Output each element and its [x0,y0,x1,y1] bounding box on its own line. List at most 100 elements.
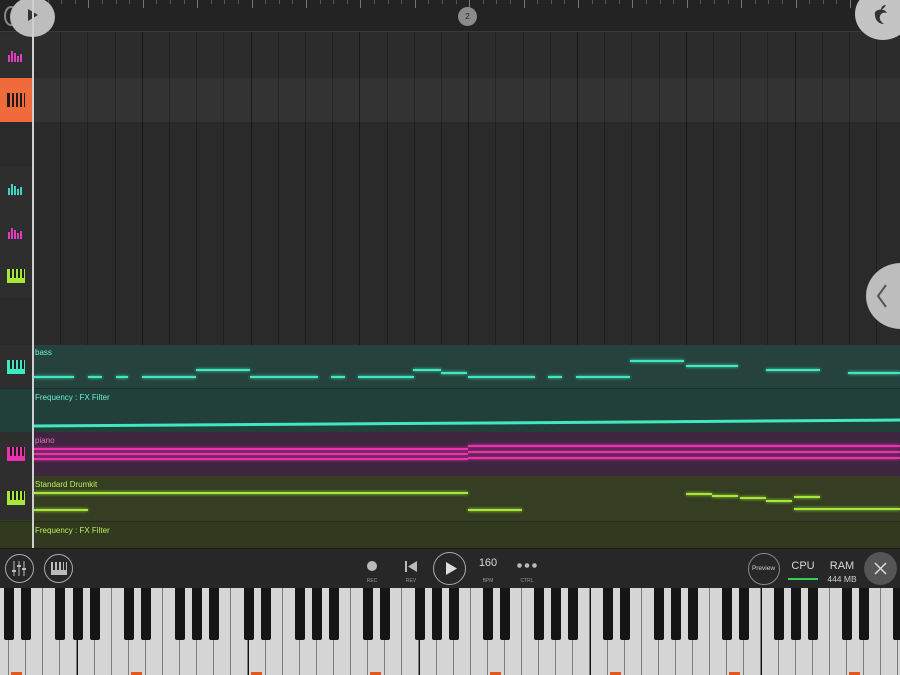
note[interactable] [576,376,630,378]
note[interactable] [34,492,468,494]
black-key[interactable] [568,588,578,640]
note[interactable] [88,376,102,378]
black-key[interactable] [722,588,732,640]
black-key[interactable] [124,588,134,640]
track-icon-button[interactable] [0,210,32,254]
timeline-ruler[interactable]: 2 [0,0,900,32]
track-icon-button[interactable] [0,78,32,122]
track-lane-5[interactable] [0,210,900,254]
black-key[interactable] [739,588,749,640]
note[interactable] [250,376,318,378]
drumkit-automation-lane[interactable]: Frequency : FX Filter [0,521,900,548]
note[interactable] [686,365,738,367]
lane-grid[interactable] [33,210,900,254]
note[interactable] [196,369,250,371]
track-lane-1[interactable] [0,32,900,78]
note[interactable] [331,376,345,378]
note[interactable] [468,376,535,378]
black-key[interactable] [774,588,784,640]
note[interactable] [142,376,196,378]
note[interactable] [766,369,820,371]
track-lane-7[interactable] [0,298,900,345]
black-key[interactable] [261,588,271,640]
note[interactable] [34,458,468,460]
note[interactable] [441,372,467,374]
note[interactable] [468,509,522,511]
piano-keyboard[interactable] [0,588,900,675]
black-key[interactable] [329,588,339,640]
note[interactable] [34,453,468,455]
black-key[interactable] [603,588,613,640]
black-key[interactable] [500,588,510,640]
black-key[interactable] [671,588,681,640]
note[interactable] [34,448,468,450]
black-key[interactable] [551,588,561,640]
black-key[interactable] [654,588,664,640]
note[interactable] [794,508,900,510]
black-key[interactable] [808,588,818,640]
black-key[interactable] [483,588,493,640]
black-key[interactable] [415,588,425,640]
black-key[interactable] [55,588,65,640]
track-icon-button[interactable] [0,166,32,210]
black-key[interactable] [893,588,900,640]
play-button[interactable] [433,552,466,585]
black-key[interactable] [620,588,630,640]
track-lane-2[interactable] [0,78,900,122]
black-key[interactable] [244,588,254,640]
note[interactable] [34,376,74,378]
note[interactable] [413,369,441,371]
note[interactable] [468,457,900,459]
rewind-button[interactable]: REV [396,555,426,585]
black-key[interactable] [192,588,202,640]
track-icon-button[interactable] [0,254,32,298]
black-key[interactable] [534,588,544,640]
black-key[interactable] [859,588,869,640]
black-key[interactable] [4,588,14,640]
black-key[interactable] [141,588,151,640]
controls-button[interactable]: CTRL [512,555,542,585]
track-icon-button[interactable] [0,33,32,77]
lane-grid[interactable] [33,78,900,122]
lane-grid[interactable] [33,122,900,166]
lane-grid[interactable] [33,254,900,298]
tempo-control[interactable]: 160 BPM [473,555,503,585]
black-key[interactable] [449,588,459,640]
keyboard-toggle-button[interactable] [44,554,73,583]
black-key[interactable] [688,588,698,640]
mixer-button[interactable] [5,554,34,583]
track-icon-button[interactable] [0,432,32,476]
black-key[interactable] [90,588,100,640]
track-icon-button[interactable] [0,476,32,520]
note[interactable] [794,496,820,498]
black-key[interactable] [380,588,390,640]
black-key[interactable] [791,588,801,640]
black-key[interactable] [842,588,852,640]
track-lane-3[interactable] [0,122,900,166]
note[interactable] [686,493,712,495]
note[interactable] [468,445,900,447]
note[interactable] [740,497,766,499]
black-key[interactable] [73,588,83,640]
track-icon-button[interactable] [0,345,32,389]
note[interactable] [358,376,414,378]
bass-clip-lane[interactable]: bass [0,345,900,389]
preview-button[interactable]: Preview [748,553,780,585]
note[interactable] [712,495,738,497]
track-lane-4[interactable] [0,166,900,210]
piano-clip-lane[interactable]: piano [0,432,900,476]
bass-automation-lane[interactable]: Frequency : FX Filter [0,388,900,432]
note[interactable] [848,372,900,374]
note[interactable] [116,376,128,378]
lane-grid[interactable] [33,298,900,345]
black-key[interactable] [363,588,373,640]
note[interactable] [766,500,792,502]
note[interactable] [468,451,900,453]
black-key[interactable] [432,588,442,640]
bar-marker[interactable]: 2 [458,7,477,26]
playhead[interactable] [32,0,34,548]
note[interactable] [34,509,88,511]
black-key[interactable] [295,588,305,640]
lane-grid[interactable] [33,32,900,78]
black-key[interactable] [209,588,219,640]
